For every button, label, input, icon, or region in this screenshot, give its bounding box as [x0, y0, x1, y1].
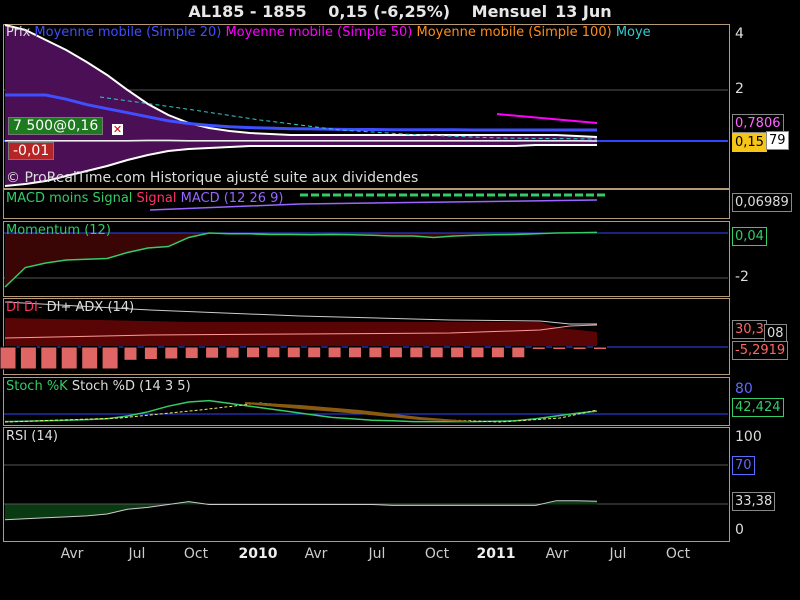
- macd-legend: MACD moins Signal Signal MACD (12 26 9): [6, 191, 284, 206]
- price-ytick-2: 2: [735, 81, 744, 97]
- di-bar-17: [348, 346, 362, 359]
- di-bar-9: [184, 346, 199, 360]
- stochastic-legend: Stoch %K Stoch %D (14 3 5): [6, 379, 191, 394]
- dmi-legend-item-3: ADX (14): [75, 300, 135, 315]
- price-last-label-overlap: 79: [766, 131, 789, 150]
- di-bar-8: [164, 346, 179, 360]
- macd-legend-item-0: MACD moins Signal: [6, 191, 137, 206]
- price-legend-item-1: Moyenne mobile (Simple 20): [34, 25, 226, 40]
- momentum-legend-item-0: Momentum (12): [6, 223, 111, 238]
- dmi-area-fill: [5, 318, 597, 346]
- pl-tag: -0,01: [8, 142, 55, 160]
- x-tick-5: Jul: [368, 546, 386, 562]
- di-bar-7: [143, 346, 158, 360]
- di-bar-28: [572, 346, 587, 350]
- x-tick-8: Avr: [545, 546, 569, 562]
- di-bar-2: [40, 346, 58, 370]
- di-bar-10: [205, 346, 220, 359]
- di-bar-21: [429, 346, 444, 359]
- di-bar-29: [593, 346, 607, 350]
- di-bar-19: [388, 346, 403, 359]
- di-bar-11: [225, 346, 240, 359]
- x-tick-1: Jul: [128, 546, 146, 562]
- rsi-legend: RSI (14): [6, 429, 58, 444]
- dmi-last-label-1: 30,3: [732, 320, 767, 339]
- di-bar-3: [60, 346, 78, 370]
- price-line: [5, 139, 598, 142]
- x-tick-0: Avr: [60, 546, 84, 562]
- di-bar-15: [307, 346, 322, 359]
- di-bar-5: [101, 346, 119, 370]
- di-bar-6: [123, 346, 138, 361]
- dmi-legend: DI DI- DI+ ADX (14): [6, 300, 134, 315]
- price-legend-item-4: Moye: [615, 25, 651, 40]
- dmi-legend-item-2: DI+: [46, 300, 76, 315]
- x-tick-6: Oct: [424, 546, 450, 562]
- stoch-last-label: 42,424: [732, 398, 784, 417]
- di-bar-20: [409, 346, 424, 359]
- di-bar-27: [552, 346, 567, 350]
- price-legend-item-3: Moyenne mobile (Simple 100): [416, 25, 616, 40]
- momentum-legend: Momentum (12): [6, 223, 111, 238]
- macd-legend-item-1: Signal: [136, 191, 181, 206]
- order-tag[interactable]: 7 500@0,16: [8, 117, 104, 135]
- di-bar-1: [19, 346, 37, 370]
- stoch-ytick-80: 80: [735, 381, 753, 397]
- x-tick-7: 2011: [476, 546, 516, 562]
- dmi-last-label-3: -5,2919: [732, 341, 789, 360]
- di-bar-24: [490, 346, 505, 359]
- close-order-icon[interactable]: ✕: [112, 124, 123, 135]
- price-legend-item-0: Prix: [6, 25, 35, 40]
- x-tick-2: Oct: [183, 546, 209, 562]
- price-ytick-4: 4: [735, 26, 744, 42]
- stoch-k-line: [4, 399, 598, 423]
- di-bar-0: [0, 346, 17, 370]
- x-tick-9: Jul: [609, 546, 627, 562]
- rsi-legend-item-0: RSI (14): [6, 429, 58, 444]
- di-bar-16: [327, 346, 342, 359]
- dmi-legend-item-0: DI: [6, 300, 24, 315]
- rsi-ytick-100: 100: [735, 429, 762, 445]
- dmi-legend-item-1: DI-: [23, 300, 47, 315]
- di-bar-14: [286, 346, 301, 359]
- di-bar-4: [81, 346, 99, 370]
- rsi-ytick-70: 70: [732, 456, 755, 475]
- di-bar-26: [531, 346, 546, 350]
- di-bar-13: [266, 346, 281, 359]
- stoch-legend-item-1: Stoch %D (14 3 5): [71, 379, 191, 394]
- macd-legend-item-2: MACD (12 26 9): [180, 191, 284, 206]
- di-bar-12: [246, 346, 260, 359]
- macd-last-label: 0,06989: [732, 193, 792, 212]
- di-bar-22: [450, 346, 465, 359]
- x-tick-10: Oct: [665, 546, 691, 562]
- sma50-line: [496, 113, 598, 124]
- stoch-legend-item-0: Stoch %K: [6, 379, 72, 394]
- price-legend-item-2: Moyenne mobile (Simple 50): [225, 25, 417, 40]
- di-bar-23: [470, 346, 485, 359]
- price-last-label: 0,15: [732, 133, 767, 152]
- x-tick-4: Avr: [304, 546, 328, 562]
- momentum-last-label: 0,04: [732, 227, 767, 246]
- di-bar-25: [511, 346, 526, 359]
- price-legend: Prix Moyenne mobile (Simple 20) Moyenne …: [6, 25, 651, 40]
- x-tick-3: 2010: [238, 546, 278, 562]
- di-bar-18: [368, 346, 383, 359]
- rsi-ytick-0: 0: [735, 522, 744, 538]
- rsi-last-label: 33,38: [732, 492, 776, 511]
- source-note: © ProRealTime.com Historique ajusté suit…: [6, 170, 419, 186]
- momentum-ytick-minus2: -2: [735, 269, 749, 285]
